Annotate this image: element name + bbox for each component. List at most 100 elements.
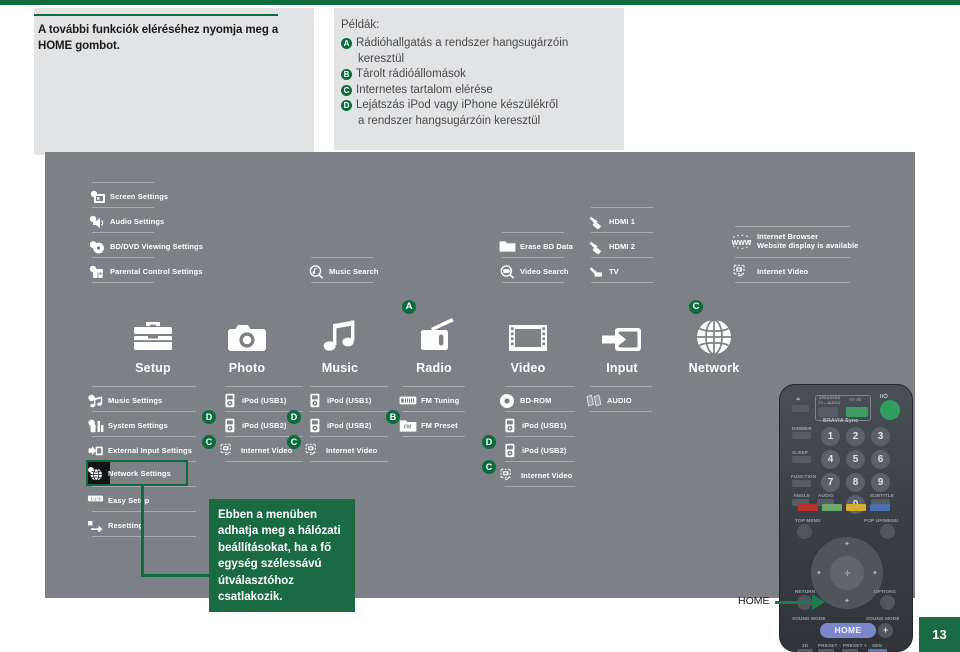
submenu-item-ipod-usb2-input[interactable]: iPod (USB2): [501, 442, 566, 459]
menu-label: HDMI 1: [609, 217, 636, 226]
badge-b-icon: B: [341, 69, 352, 80]
internet-video-icon: [731, 264, 753, 279]
power-button[interactable]: [880, 400, 900, 420]
red-button[interactable]: [798, 504, 818, 511]
external-input-settings-icon: [87, 443, 104, 458]
menu-item-music-search[interactable]: Music Search: [308, 263, 379, 280]
yellow-button[interactable]: [846, 504, 866, 511]
dimmer-label: DIMMER: [792, 426, 812, 431]
key-7[interactable]: 7: [821, 473, 840, 492]
submenu-item-fm-preset[interactable]: FM FM Preset: [398, 417, 458, 434]
submenu-item-internet-video-music[interactable]: Internet Video: [218, 442, 292, 459]
submenu-item-internet-video-input[interactable]: Internet Video: [498, 467, 572, 484]
menu-item-tv[interactable]: TV: [588, 263, 619, 280]
tile-music[interactable]: Music: [301, 312, 379, 375]
submenu-item-bd-rom[interactable]: BD-ROM: [498, 392, 551, 409]
submenu-item-music-settings[interactable]: Music Settings: [87, 392, 162, 409]
tile-video[interactable]: Video: [489, 312, 567, 375]
tile-input[interactable]: Input: [583, 312, 661, 375]
menu-item-internet-browser[interactable]: WWW Internet Browser Website display is …: [731, 232, 859, 252]
divider: [311, 257, 373, 258]
submenu-item-fm-tuning[interactable]: FM Tuning: [398, 392, 459, 409]
top-menu-button[interactable]: [797, 524, 812, 539]
filmstrip-icon: [489, 312, 567, 356]
submenu-item-system-settings[interactable]: System Settings: [87, 417, 168, 434]
key-2[interactable]: 2: [846, 427, 865, 446]
menu-label: Internet Video: [241, 446, 293, 455]
menu-item-video-search[interactable]: Video Search: [499, 263, 569, 280]
divider: [591, 282, 653, 283]
options-button[interactable]: [880, 595, 895, 610]
example-item-a-cont: keresztül: [341, 52, 623, 67]
submenu-item-ipod-usb2-music[interactable]: iPod (USB2): [221, 417, 286, 434]
blue-button[interactable]: [870, 504, 890, 511]
example-text-d: Lejátszás iPod vagy iPhone készülékről: [356, 99, 559, 111]
menu-item-erase-bd-data[interactable]: Erase BD Data: [499, 238, 573, 255]
badge-d-icon: D: [482, 435, 496, 449]
tv-power-button[interactable]: [846, 407, 868, 417]
submenu-item-ipod-usb1-video[interactable]: iPod (USB1): [306, 392, 371, 409]
sound-mode-plus-button[interactable]: +: [878, 623, 893, 638]
hdmi-plug-icon: [588, 214, 605, 229]
tile-radio[interactable]: A Radio: [395, 300, 473, 375]
globe-icon: [675, 312, 753, 356]
menu-item-audio-settings[interactable]: Audio Settings: [89, 213, 164, 230]
subtitle-label: SUBTITLE: [870, 493, 895, 498]
dimmer-button[interactable]: [792, 432, 811, 439]
divider: [505, 386, 575, 387]
badge-c-icon: C: [202, 435, 216, 449]
key-6[interactable]: 6: [871, 450, 890, 469]
www-icon: WWW: [731, 234, 753, 250]
pop-up-menu-button[interactable]: [880, 524, 895, 539]
green-button[interactable]: [822, 504, 842, 511]
key-9[interactable]: 9: [871, 473, 890, 492]
music-note-icon: [301, 312, 379, 356]
menu-item-internet-video[interactable]: Internet Video: [731, 263, 808, 280]
menu-item-bd-dvd-viewing-settings[interactable]: BD/DVD Viewing Settings: [89, 238, 203, 255]
tile-label: Music: [321, 361, 359, 375]
tile-setup[interactable]: Setup: [114, 312, 192, 375]
network-settings-highlight-box: [86, 460, 188, 486]
example-text-a-cont: keresztül: [358, 52, 405, 65]
divider: [403, 436, 465, 437]
menu-label: Erase BD Data: [520, 242, 573, 251]
submenu-item-ipod-usb2-video[interactable]: iPod (USB2): [306, 417, 371, 434]
divider: [735, 257, 850, 258]
divider: [735, 282, 850, 283]
key-1[interactable]: 1: [821, 427, 840, 446]
sleep-button[interactable]: [792, 456, 811, 463]
key-8[interactable]: 8: [846, 473, 865, 492]
divider: [590, 411, 652, 412]
divider: [310, 411, 388, 412]
tile-photo[interactable]: Photo: [208, 312, 286, 375]
home-button[interactable]: HOME: [820, 623, 876, 638]
remote-control: ⏏ SPEAKERS TV↔AUDIO TV I/⏻ BRAVIA Sync I…: [779, 384, 913, 652]
key-4[interactable]: 4: [821, 450, 840, 469]
divider: [92, 411, 196, 412]
menu-item-parental-control-settings[interactable]: Parental Control Settings: [89, 263, 203, 280]
submenu-item-external-input-settings[interactable]: External Input Settings: [87, 442, 192, 459]
key-3[interactable]: 3: [871, 427, 890, 446]
folder-icon: [499, 239, 516, 254]
eject-button[interactable]: [792, 405, 809, 412]
disc-icon: [498, 393, 516, 408]
submenu-item-ipod-usb1-music[interactable]: iPod (USB1): [221, 392, 286, 409]
ipod-icon: [306, 418, 323, 433]
menu-item-screen-settings[interactable]: Screen Settings: [89, 188, 168, 205]
submenu-item-audio[interactable]: AUDIO: [585, 392, 632, 409]
menu-item-hdmi-2[interactable]: HDMI 2: [588, 238, 635, 255]
menu-label: Internet Video: [326, 446, 378, 455]
bd-dvd-viewing-settings-icon: [89, 239, 106, 254]
menu-item-hdmi-1[interactable]: HDMI 1: [588, 213, 635, 230]
sleep-label: SLEEP: [792, 450, 809, 455]
menu-label-group: Internet Browser Website display is avai…: [757, 233, 858, 250]
three-d-label: 3D: [802, 643, 809, 648]
key-5[interactable]: 5: [846, 450, 865, 469]
submenu-item-resetting[interactable]: Resetting: [87, 517, 143, 534]
tile-network[interactable]: C Network: [675, 300, 753, 375]
submenu-item-internet-video-video[interactable]: Internet Video: [303, 442, 377, 459]
submenu-item-ipod-usb1-input[interactable]: iPod (USB1): [501, 417, 566, 434]
tv-audio-button[interactable]: [818, 407, 838, 417]
function-button[interactable]: [792, 480, 811, 487]
divider: [591, 207, 653, 208]
